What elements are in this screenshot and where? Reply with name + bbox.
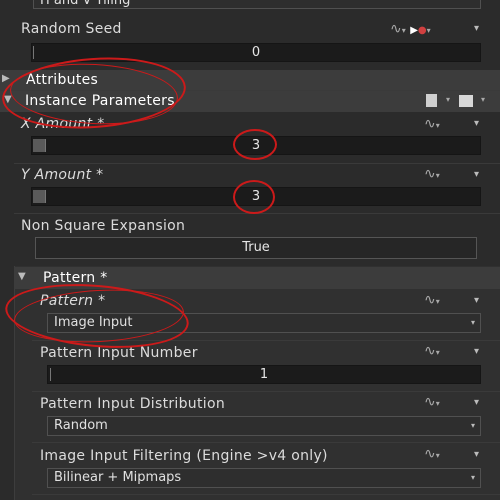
row-divider xyxy=(32,494,500,495)
pattern-controls[interactable]: ∿▾ xyxy=(424,292,440,310)
row-menu-arrow-icon[interactable]: ▾ xyxy=(474,397,479,408)
row-divider xyxy=(14,163,500,164)
chevron-down-icon[interactable]: ▾ xyxy=(436,348,440,357)
chevron-down-icon[interactable]: ▾ xyxy=(436,399,440,408)
image-input-filtering-label: Image Input Filtering (Engine >v4 only) xyxy=(40,448,328,464)
collapsed-triangle-icon: ▶ xyxy=(2,73,10,84)
row-menu-arrow-icon[interactable]: ▾ xyxy=(474,23,479,34)
page-icon[interactable] xyxy=(426,94,437,107)
non-square-expansion-value: True xyxy=(242,240,270,255)
pattern-input-distribution-label: Pattern Input Distribution xyxy=(40,396,225,412)
chevron-down-icon[interactable]: ▾ xyxy=(436,297,440,306)
curve-function-icon[interactable]: ∿ xyxy=(424,343,436,359)
pattern-input-distribution-dropdown[interactable]: Random ▾ xyxy=(47,416,481,436)
curve-function-icon[interactable]: ∿ xyxy=(424,446,436,462)
pattern-input-distribution-controls[interactable]: ∿▾ xyxy=(424,394,440,412)
annotation-circle-y-amount xyxy=(233,180,275,214)
pattern-input-distribution-value: Random xyxy=(54,418,108,433)
curve-function-icon[interactable]: ∿ xyxy=(424,292,436,308)
x-amount-controls[interactable]: ∿▾ xyxy=(424,116,440,134)
y-amount-label: Y Amount * xyxy=(21,167,104,183)
non-square-expansion-label: Non Square Expansion xyxy=(21,218,186,234)
row-divider xyxy=(32,442,500,443)
pattern-input-number-slider[interactable]: 1 xyxy=(47,365,481,384)
curve-function-icon[interactable]: ∿ xyxy=(390,21,402,37)
image-input-filtering-dropdown[interactable]: Bilinear + Mipmaps ▾ xyxy=(47,468,481,488)
pattern-input-number-controls[interactable]: ∿▾ xyxy=(424,343,440,361)
annotation-circle-x-amount xyxy=(233,129,277,160)
curve-function-icon[interactable]: ∿ xyxy=(424,394,436,410)
curve-function-icon[interactable]: ∿ xyxy=(424,166,436,182)
non-square-expansion-toggle[interactable]: True xyxy=(35,237,477,259)
chevron-down-icon: ▾ xyxy=(470,473,475,482)
chevron-down-icon[interactable]: ▾ xyxy=(436,171,440,180)
tiling-mode-value: H and V Tiling xyxy=(40,0,131,8)
chevron-down-icon[interactable]: ▾ xyxy=(481,95,485,104)
random-seed-label: Random Seed xyxy=(21,21,122,37)
chevron-down-icon[interactable]: ▾ xyxy=(446,95,450,104)
image-input-filtering-controls[interactable]: ∿▾ xyxy=(424,446,440,464)
chevron-down-icon[interactable]: ▾ xyxy=(427,26,431,35)
play-icon[interactable]: ▶ xyxy=(410,25,418,36)
chevron-down-icon: ▾ xyxy=(470,421,475,430)
row-divider xyxy=(32,391,500,392)
y-amount-controls[interactable]: ∿▾ xyxy=(424,166,440,184)
list-icon[interactable] xyxy=(459,95,473,107)
chevron-down-icon[interactable]: ▾ xyxy=(436,451,440,460)
expanded-triangle-icon: ▼ xyxy=(18,271,26,282)
row-menu-arrow-icon[interactable]: ▾ xyxy=(474,118,479,129)
row-menu-arrow-icon[interactable]: ▾ xyxy=(474,346,479,357)
row-menu-arrow-icon[interactable]: ▾ xyxy=(474,295,479,306)
chevron-down-icon[interactable]: ▾ xyxy=(436,121,440,130)
chevron-down-icon[interactable]: ▾ xyxy=(402,26,406,35)
tiling-mode-dropdown[interactable]: H and V Tiling xyxy=(33,0,481,9)
random-seed-controls[interactable]: ∿▾ ▶●▾ xyxy=(390,21,431,39)
row-menu-arrow-icon[interactable]: ▾ xyxy=(474,449,479,460)
curve-function-icon[interactable]: ∿ xyxy=(424,116,436,132)
row-menu-arrow-icon[interactable]: ▾ xyxy=(474,169,479,180)
chevron-down-icon: ▾ xyxy=(470,318,475,327)
image-input-filtering-value: Bilinear + Mipmaps xyxy=(54,470,182,485)
pattern-input-number-value: 1 xyxy=(259,367,269,382)
record-dot-icon[interactable]: ● xyxy=(418,25,427,36)
